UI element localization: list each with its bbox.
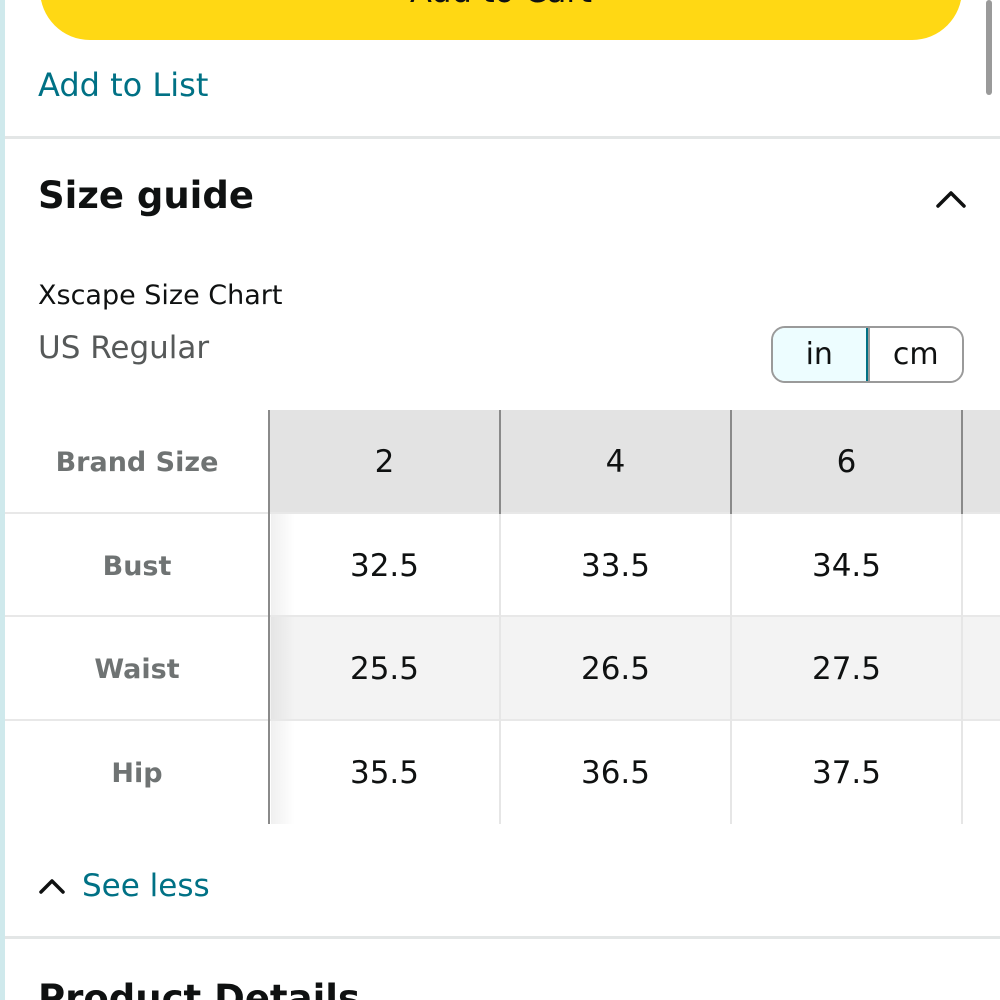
table-row-divider	[5, 719, 1000, 721]
table-row: Hip 35.5 36.5 37.5	[5, 721, 1000, 825]
add-to-cart-label: Add to Cart	[410, 0, 592, 10]
frozen-column-divider	[268, 410, 270, 824]
chevron-up-icon[interactable]	[935, 183, 967, 215]
column-divider	[730, 514, 732, 824]
table-cell: 35.5	[349, 755, 420, 791]
table-header-row: Brand Size 2 4 6	[5, 410, 1000, 514]
size-table: Brand Size 2 4 6 Bust 32.5 33.5 34.5 Wai…	[5, 410, 1000, 825]
product-page: Add to Cart Add to List Size guide Xscap…	[0, 0, 1000, 1000]
header-column-divider	[730, 410, 732, 514]
see-less-label: See less	[82, 868, 210, 904]
scrollbar[interactable]	[986, 0, 992, 95]
see-less-link[interactable]: See less	[38, 866, 210, 906]
table-cell: 27.5	[811, 651, 882, 687]
table-row-divider	[5, 615, 1000, 617]
table-row: Bust 32.5 33.5 34.5	[5, 514, 1000, 618]
size-chart-name: Xscape Size Chart	[38, 280, 283, 311]
unit-toggle: in cm	[771, 326, 964, 383]
table-cell: 32.5	[349, 548, 420, 584]
table-cell: 26.5	[580, 651, 651, 687]
size-column-header: 2	[374, 444, 395, 480]
size-column-header: 6	[836, 444, 857, 480]
add-to-list-link[interactable]: Add to List	[38, 66, 208, 104]
row-label: Bust	[5, 514, 269, 618]
size-chart-region: US Regular	[38, 330, 210, 366]
size-column-header: 4	[605, 444, 626, 480]
column-divider	[499, 514, 501, 824]
section-divider	[5, 136, 1000, 139]
table-cell: 33.5	[580, 548, 651, 584]
table-row-divider	[5, 512, 1000, 514]
header-column-divider	[499, 410, 501, 514]
section-divider	[5, 936, 1000, 939]
product-details-title: Product Details	[38, 977, 360, 1000]
table-cell: 37.5	[811, 755, 882, 791]
row-label: Waist	[5, 617, 269, 721]
unit-option-in[interactable]: in	[773, 328, 868, 381]
column-divider	[961, 514, 963, 824]
table-cell: 25.5	[349, 651, 420, 687]
add-to-cart-button[interactable]: Add to Cart	[40, 0, 962, 40]
table-header-label: Brand Size	[5, 410, 269, 514]
unit-option-cm[interactable]: cm	[867, 328, 962, 381]
row-label: Hip	[5, 721, 269, 825]
table-row: Waist 25.5 26.5 27.5	[5, 617, 1000, 721]
chevron-up-icon	[39, 879, 65, 894]
size-guide-title: Size guide	[38, 174, 254, 217]
table-cell: 36.5	[580, 755, 651, 791]
table-cell: 34.5	[811, 548, 882, 584]
header-column-divider	[961, 410, 963, 514]
scroll-shadow	[271, 514, 295, 824]
